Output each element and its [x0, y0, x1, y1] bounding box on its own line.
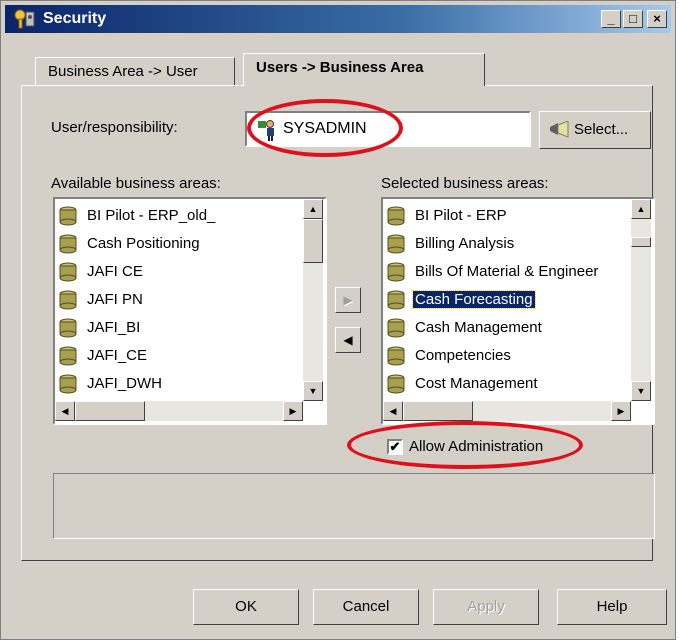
annotation-circle-user: [247, 99, 403, 157]
scroll-thumb[interactable]: [75, 401, 145, 421]
horizontal-scrollbar[interactable]: ◀ ▶: [55, 401, 303, 421]
window-title: Security: [43, 10, 107, 27]
database-icon: [387, 346, 405, 366]
scroll-up-button[interactable]: ▲: [303, 199, 323, 219]
flashlight-icon: [550, 121, 569, 138]
close-button[interactable]: ×: [647, 10, 667, 28]
list-item[interactable]: Cash Management: [387, 315, 544, 341]
database-icon: [387, 374, 405, 394]
database-icon: [59, 290, 77, 310]
database-icon: [59, 234, 77, 254]
title-bar[interactable]: Security _ □ ×: [5, 5, 671, 33]
user-responsibility-label: User/responsibility:: [51, 119, 178, 136]
available-areas-label: Available business areas:: [51, 175, 221, 192]
database-icon: [387, 290, 405, 310]
security-keys-icon: [14, 9, 35, 29]
scroll-thumb[interactable]: [303, 219, 323, 263]
remove-area-button[interactable]: ◀: [335, 327, 361, 353]
vertical-scrollbar[interactable]: ▲ ▼: [631, 199, 651, 401]
scroll-thumb[interactable]: [403, 401, 473, 421]
select-button-label: Select...: [574, 121, 629, 138]
security-dialog: Security _ □ × Business Area -> User Use…: [0, 0, 676, 640]
scroll-down-button[interactable]: ▼: [631, 381, 651, 401]
scroll-left-button[interactable]: ◀: [55, 401, 75, 421]
vertical-scrollbar[interactable]: ▲ ▼: [303, 199, 323, 401]
select-button[interactable]: Select...: [539, 111, 651, 149]
list-item[interactable]: Competencies: [387, 343, 513, 369]
database-icon: [59, 206, 77, 226]
selected-areas-list[interactable]: BI Pilot - ERP Billing Analysis Bills Of…: [381, 197, 655, 425]
cancel-button[interactable]: Cancel: [313, 589, 419, 625]
database-icon: [387, 206, 405, 226]
list-item[interactable]: Cash Positioning: [59, 231, 202, 257]
list-item[interactable]: Billing Analysis: [387, 231, 516, 257]
database-icon: [387, 262, 405, 282]
database-icon: [387, 234, 405, 254]
list-item[interactable]: Bills Of Material & Engineer: [387, 259, 600, 285]
list-item[interactable]: JAFI_BI: [59, 315, 142, 341]
annotation-circle-admin: [347, 421, 583, 469]
list-item[interactable]: JAFI CE: [59, 259, 145, 285]
database-icon: [59, 262, 77, 282]
tab-label: Business Area -> User: [48, 63, 198, 80]
list-item-selected[interactable]: Cash Forecasting: [387, 287, 536, 313]
list-item[interactable]: Cost Management: [387, 371, 540, 397]
scroll-down-button[interactable]: ▼: [303, 381, 323, 401]
list-item[interactable]: JAFI_DWH: [59, 371, 164, 397]
scroll-right-button[interactable]: ▶: [283, 401, 303, 421]
scroll-thumb[interactable]: [631, 237, 651, 247]
add-area-button[interactable]: ▶: [335, 287, 361, 313]
tab-users-to-business-area[interactable]: Users -> Business Area: [243, 53, 485, 86]
horizontal-scrollbar[interactable]: ◀ ▶: [383, 401, 631, 421]
available-areas-list[interactable]: BI Pilot - ERP_old_ Cash Positioning JAF…: [53, 197, 327, 425]
selected-areas-label: Selected business areas:: [381, 175, 549, 192]
list-item[interactable]: JAFI PN: [59, 287, 145, 313]
database-icon: [59, 374, 77, 394]
list-item[interactable]: JAFI_CE: [59, 343, 149, 369]
list-item[interactable]: BI Pilot - ERP_old_: [59, 203, 217, 229]
apply-button[interactable]: Apply: [433, 589, 539, 625]
database-icon: [59, 346, 77, 366]
scroll-left-button[interactable]: ◀: [383, 401, 403, 421]
tab-label: Users -> Business Area: [256, 59, 424, 76]
minimize-button[interactable]: _: [601, 10, 621, 28]
scroll-up-button[interactable]: ▲: [631, 199, 651, 219]
database-icon: [387, 318, 405, 338]
maximize-button[interactable]: □: [623, 10, 643, 28]
description-area: [53, 473, 655, 539]
list-item[interactable]: BI Pilot - ERP: [387, 203, 509, 229]
scroll-right-button[interactable]: ▶: [611, 401, 631, 421]
ok-button[interactable]: OK: [193, 589, 299, 625]
tab-business-area-to-user[interactable]: Business Area -> User: [35, 57, 235, 87]
database-icon: [59, 318, 77, 338]
help-button[interactable]: Help: [557, 589, 667, 625]
